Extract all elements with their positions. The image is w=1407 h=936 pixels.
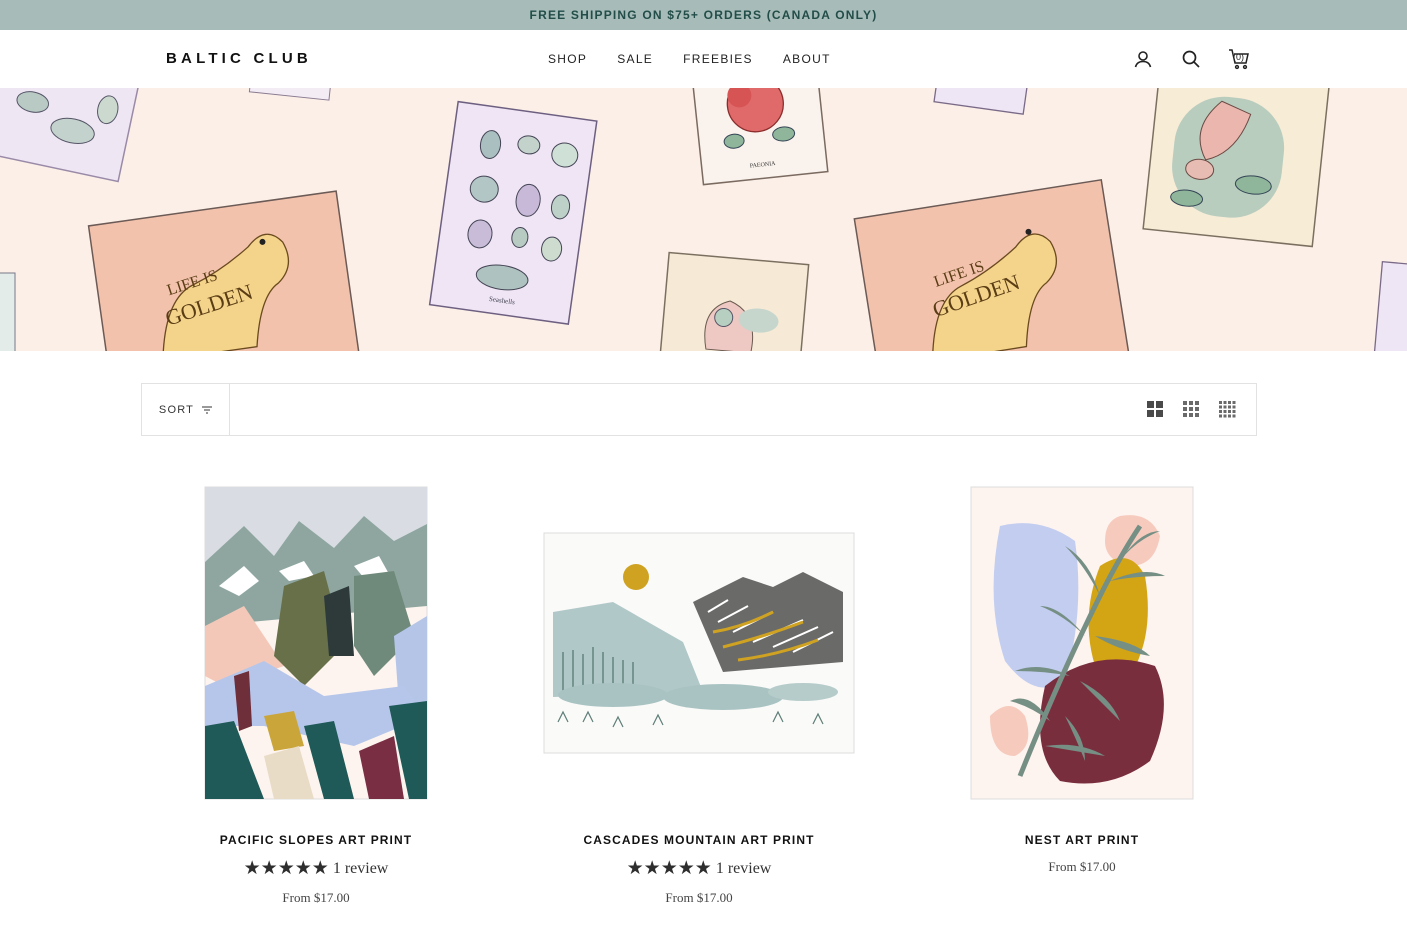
- site-logo[interactable]: BALTIC CLUB: [166, 50, 312, 67]
- sort-label: SORT: [158, 403, 195, 416]
- search-icon[interactable]: [1179, 47, 1203, 71]
- main-nav: SHOP SALE FREEBIES ABOUT: [548, 52, 861, 66]
- account-icon[interactable]: [1131, 47, 1155, 71]
- grid-4-icon[interactable]: [1218, 400, 1236, 418]
- collection-toolbar: SORT: [141, 383, 1257, 436]
- product-rating: ★★★★★ 1 review: [244, 857, 389, 880]
- product-price: From $17.00: [282, 890, 350, 905]
- product-card: NEST ART PRINT From $17.00: [907, 470, 1257, 906]
- hero-print-magnolia-center: [658, 251, 810, 351]
- hero-print-magnolia-right: [1142, 88, 1331, 248]
- nav-freebies[interactable]: FREEBIES: [683, 52, 753, 66]
- product-card: CASCADES MOUNTAIN ART PRINT ★★★★★ 1 revi…: [524, 470, 874, 906]
- hero-illustration: LIFE IS GOLDEN Seashells PAEONIA LIFE IS…: [0, 88, 1407, 351]
- announcement-bar: FREE SHIPPING ON $75+ ORDERS (CANADA ONL…: [0, 0, 1407, 30]
- nav-shop[interactable]: SHOP: [548, 52, 587, 66]
- header-icons: (0): [1131, 47, 1251, 71]
- product-rating: ★★★★★ 1 review: [627, 857, 772, 880]
- star-rating-icon: ★★★★★: [243, 858, 329, 879]
- grid-toggles: [1146, 400, 1236, 418]
- review-count[interactable]: 1 review: [716, 860, 772, 878]
- site-header: BALTIC CLUB SHOP SALE FREEBIES ABOUT (0): [0, 30, 1407, 88]
- review-count[interactable]: 1 review: [333, 860, 389, 878]
- nav-about[interactable]: ABOUT: [783, 52, 831, 66]
- product-grid: PACIFIC SLOPES ART PRINT ★★★★★ 1 review …: [141, 470, 1257, 906]
- product-title[interactable]: NEST ART PRINT: [1025, 833, 1139, 847]
- cart-icon[interactable]: (0): [1227, 47, 1251, 71]
- product-title[interactable]: CASCADES MOUNTAIN ART PRINT: [583, 833, 814, 847]
- hero-print-peony: PAEONIA: [690, 88, 829, 186]
- cart-count: (0): [1233, 52, 1244, 62]
- product-image-cascades-mountain[interactable]: [524, 470, 874, 815]
- sort-icon: [202, 406, 213, 413]
- hero-banner: LIFE IS GOLDEN Seashells PAEONIA LIFE IS…: [0, 88, 1407, 351]
- nav-sale[interactable]: SALE: [617, 52, 653, 66]
- grid-2-icon[interactable]: [1146, 400, 1164, 418]
- sort-button[interactable]: SORT: [142, 384, 230, 435]
- product-price: From $17.00: [665, 890, 733, 905]
- product-price: From $17.00: [1048, 859, 1116, 874]
- product-title[interactable]: PACIFIC SLOPES ART PRINT: [220, 833, 412, 847]
- star-rating-icon: ★★★★★: [626, 858, 712, 879]
- grid-3-icon[interactable]: [1182, 400, 1200, 418]
- product-image-nest[interactable]: [907, 470, 1257, 815]
- announcement-text: FREE SHIPPING ON $75+ ORDERS (CANADA ONL…: [529, 8, 878, 22]
- hero-print-shells-center: Seashells: [428, 100, 598, 325]
- product-card: PACIFIC SLOPES ART PRINT ★★★★★ 1 review …: [141, 470, 491, 906]
- product-image-pacific-slopes[interactable]: [141, 470, 491, 815]
